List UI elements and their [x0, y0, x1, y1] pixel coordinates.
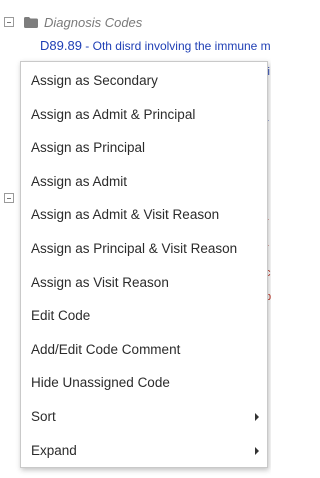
folder-icon — [24, 16, 38, 28]
menu-item-label: Edit Code — [31, 308, 91, 323]
tree-title: Diagnosis Codes — [44, 14, 143, 30]
menu-item-assign-principal-visit-reason[interactable]: Assign as Principal & Visit Reason — [21, 232, 267, 265]
menu-item-label: Expand — [31, 443, 77, 458]
menu-item-label: Assign as Secondary — [31, 73, 158, 88]
menu-item-label: Assign as Admit — [31, 174, 128, 189]
menu-item-label: Assign as Principal — [31, 140, 146, 155]
menu-item-add-edit-code-comment[interactable]: Add/Edit Code Comment — [21, 333, 267, 366]
menu-item-assign-admit-principal[interactable]: Assign as Admit & Principal — [21, 98, 267, 131]
code-separator: - — [85, 39, 93, 53]
menu-item-label: Assign as Visit Reason — [31, 275, 169, 290]
diagnosis-code[interactable]: D89.89 — [40, 38, 82, 53]
diagnosis-code-row[interactable]: D89.89 - Oth disrd involving the immune … — [40, 38, 271, 53]
menu-item-assign-principal[interactable]: Assign as Principal — [21, 131, 267, 164]
menu-item-sort[interactable]: Sort — [21, 400, 267, 433]
menu-item-label: Assign as Admit & Visit Reason — [31, 207, 220, 222]
menu-item-edit-code[interactable]: Edit Code — [21, 299, 267, 332]
menu-item-assign-secondary[interactable]: Assign as Secondary — [21, 64, 267, 97]
context-menu: Assign as Secondary Assign as Admit & Pr… — [20, 61, 268, 468]
menu-item-assign-admit-visit-reason[interactable]: Assign as Admit & Visit Reason — [21, 198, 267, 231]
diagnosis-description: Oth disrd involving the immune m — [92, 39, 271, 53]
diagnosis-codes-node[interactable]: Diagnosis Codes — [0, 12, 142, 32]
menu-item-assign-visit-reason[interactable]: Assign as Visit Reason — [21, 266, 267, 299]
submenu-arrow-icon — [255, 446, 259, 455]
menu-item-expand[interactable]: Expand — [21, 434, 267, 467]
screen: Diagnosis Codes D89.89 - Oth disrd invol… — [0, 0, 271, 478]
menu-item-label: Sort — [31, 409, 56, 424]
menu-item-hide-unassigned-code[interactable]: Hide Unassigned Code — [21, 366, 267, 399]
menu-item-label: Assign as Principal & Visit Reason — [31, 241, 238, 256]
collapse-toggle-icon[interactable] — [4, 193, 14, 203]
menu-item-label: Add/Edit Code Comment — [31, 342, 181, 357]
submenu-arrow-icon — [255, 412, 259, 421]
menu-item-assign-admit[interactable]: Assign as Admit — [21, 165, 267, 198]
collapse-toggle-icon[interactable] — [4, 17, 14, 27]
menu-item-label: Assign as Admit & Principal — [31, 107, 196, 122]
menu-item-label: Hide Unassigned Code — [31, 375, 170, 390]
